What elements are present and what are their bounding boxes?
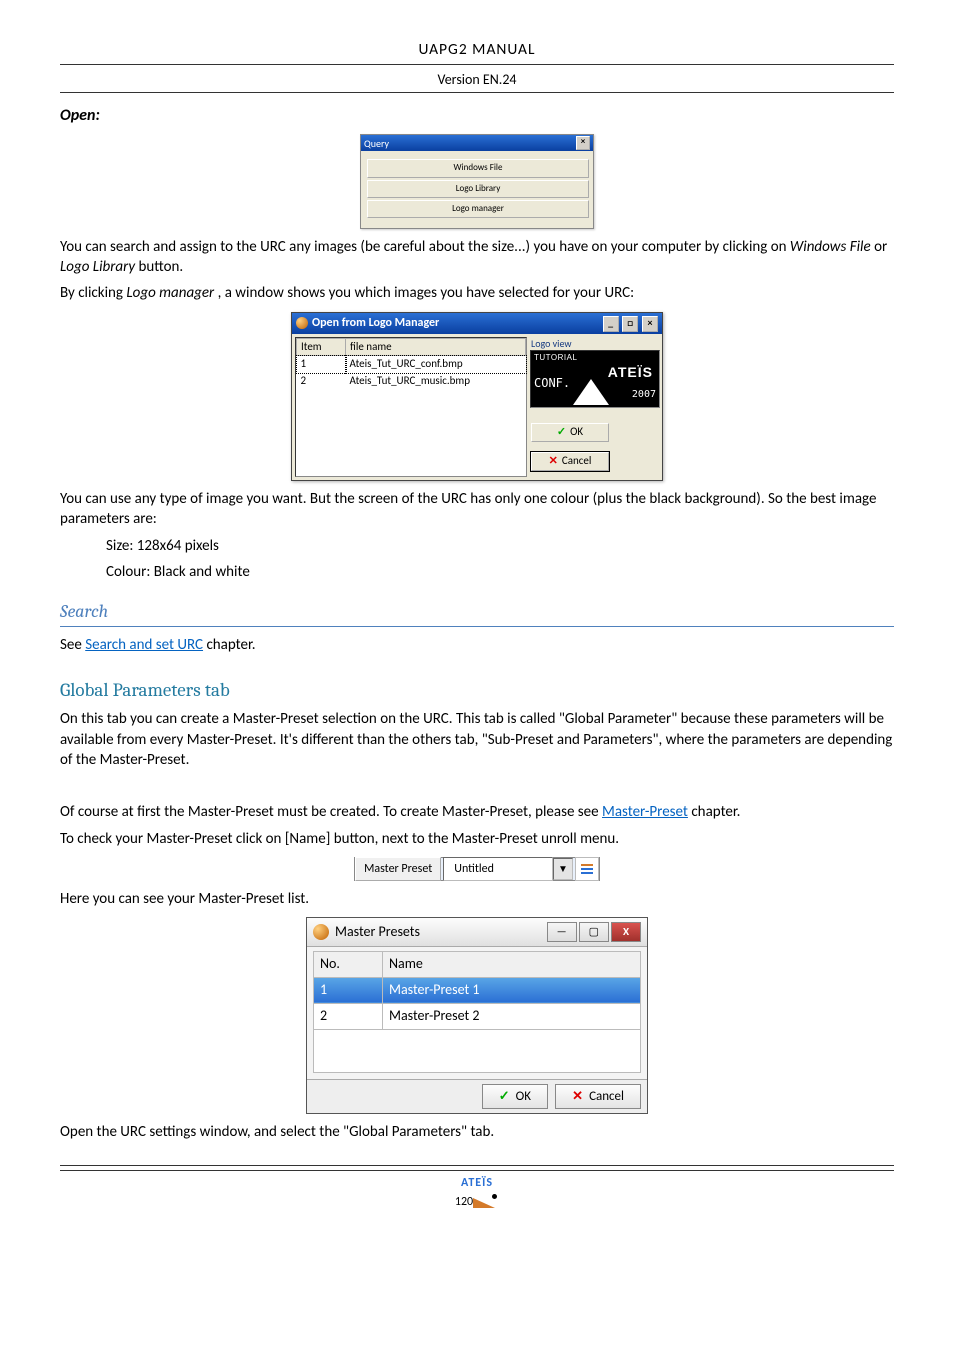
swoosh-icon	[473, 1194, 499, 1208]
page-header: UAPG2 MANUAL Version EN.24	[60, 40, 894, 93]
global-p4: Here you can see your Master-Preset list…	[60, 889, 894, 909]
col-name[interactable]: Name	[383, 952, 641, 978]
text-italic: Logo Library	[60, 258, 135, 276]
master-preset-name-button[interactable]: Master Preset	[355, 857, 441, 881]
section-open-heading: Open:	[60, 105, 894, 127]
master-preset-link[interactable]: Master-Preset	[602, 803, 688, 821]
text-span: button.	[138, 258, 183, 276]
logo-year-text: 2007	[632, 388, 656, 402]
master-preset-bar: Master Preset Untitled ▼	[354, 857, 600, 881]
text-span: By clicking	[60, 284, 126, 302]
logo-library-button[interactable]: Logo Library	[367, 180, 589, 198]
logo-view-label: Logo view	[531, 337, 659, 351]
cancel-label: Cancel	[589, 1088, 624, 1106]
cell-item: 2	[297, 373, 346, 390]
minimize-icon[interactable]: —	[547, 922, 577, 942]
doc-title: UAPG2 MANUAL	[60, 40, 894, 61]
ok-label: OK	[516, 1088, 531, 1106]
cancel-button[interactable]: ✕ Cancel	[555, 1084, 641, 1110]
text-span: or	[874, 238, 887, 256]
section-search-heading: Search	[60, 600, 894, 624]
text-span: , a window shows you which images you ha…	[218, 284, 635, 302]
cell-no: 1	[314, 977, 383, 1003]
col-no[interactable]: No.	[314, 952, 383, 978]
app-icon	[296, 317, 308, 329]
col-item[interactable]: Item	[297, 338, 346, 356]
logo-table: Item file name 1 Ateis_Tut_URC_conf.bmp …	[296, 338, 526, 477]
cell-item: 1	[297, 356, 346, 373]
page-number: 120	[455, 1195, 473, 1209]
doc-version: Version EN.24	[60, 71, 894, 90]
open-p3: You can use any type of image you want. …	[60, 489, 894, 530]
text-span: Of course at first the Master-Preset mus…	[60, 803, 602, 821]
logo-manager-dialog: Open from Logo Manager _ □ × Item file n…	[291, 312, 663, 482]
master-presets-table: No. Name 1 Master-Preset 1 2 Master-Pres…	[313, 951, 641, 1073]
footer-brand: ATEÏS	[60, 1175, 894, 1191]
text-span: You can search and assign to the URC any…	[60, 238, 790, 256]
cancel-label: Cancel	[562, 454, 592, 469]
minimize-icon[interactable]: _	[603, 316, 619, 332]
table-row[interactable]: 2 Master-Preset 2	[314, 1003, 641, 1029]
cell-no: 2	[314, 1003, 383, 1029]
query-dialog: Query × Windows File Logo Library Logo m…	[360, 134, 594, 228]
logo-preview: TUTORIAL ATEÏS CONF. 2007	[530, 350, 660, 408]
text-italic: Windows File	[790, 238, 871, 256]
list-icon[interactable]	[575, 857, 599, 881]
param-colour: Colour: Black and white	[106, 562, 894, 582]
col-filename[interactable]: file name	[346, 338, 526, 356]
logo-manager-title: Open from Logo Manager	[312, 315, 439, 331]
ok-button[interactable]: ✓ OK	[482, 1084, 548, 1110]
chevron-down-icon[interactable]: ▼	[553, 858, 573, 880]
search-paragraph: See Search and set URC chapter.	[60, 635, 894, 655]
table-row[interactable]: 2 Ateis_Tut_URC_music.bmp	[297, 373, 526, 390]
text-span: chapter.	[691, 803, 740, 821]
master-presets-dialog: Master Presets — ▢ X No. Name 1 Master-P…	[306, 917, 648, 1114]
query-dialog-title: Query	[364, 137, 389, 151]
ok-label: OK	[570, 425, 583, 440]
windows-file-button[interactable]: Windows File	[367, 159, 589, 177]
ok-button[interactable]: ✓ OK	[531, 423, 609, 442]
maximize-icon[interactable]: ▢	[579, 922, 609, 942]
cell-file: Ateis_Tut_URC_music.bmp	[346, 373, 526, 390]
logo-conf-text: CONF.	[534, 375, 570, 391]
master-preset-value: Untitled	[443, 857, 553, 881]
cell-name: Master-Preset 1	[383, 977, 641, 1003]
open-p2: By clicking Logo manager , a window show…	[60, 283, 894, 303]
cell-name: Master-Preset 2	[383, 1003, 641, 1029]
text-span: See	[60, 636, 85, 654]
master-presets-title: Master Presets	[335, 923, 420, 942]
section-global-heading: Global Parameters tab	[60, 678, 894, 704]
table-row[interactable]: 1 Master-Preset 1	[314, 977, 641, 1003]
table-row[interactable]: 1 Ateis_Tut_URC_conf.bmp	[297, 356, 526, 373]
logo-brand-text: ATEÏS	[608, 363, 653, 382]
global-p2: Of course at first the Master-Preset mus…	[60, 802, 894, 822]
app-icon	[313, 924, 329, 940]
check-icon: ✓	[499, 1088, 510, 1106]
open-p1: You can search and assign to the URC any…	[60, 237, 894, 278]
close-icon[interactable]: ×	[576, 136, 590, 150]
check-icon: ✓	[557, 425, 566, 440]
triangle-icon	[573, 379, 609, 405]
logo-manager-button[interactable]: Logo manager	[367, 200, 589, 218]
x-icon: ✕	[549, 454, 558, 469]
x-icon: ✕	[572, 1088, 583, 1106]
close-icon[interactable]: ×	[642, 316, 658, 332]
text-span: chapter.	[206, 636, 255, 654]
global-p3: To check your Master-Preset click on [Na…	[60, 829, 894, 849]
search-and-set-urc-link[interactable]: Search and set URC	[85, 636, 203, 654]
maximize-icon[interactable]: □	[622, 316, 638, 332]
logo-tutorial-text: TUTORIAL	[534, 353, 577, 364]
global-p1: On this tab you can create a Master-Pres…	[60, 709, 894, 770]
global-p5: Open the URC settings window, and select…	[60, 1122, 894, 1142]
text-italic: Logo manager	[126, 284, 214, 302]
cancel-button[interactable]: ✕ Cancel	[531, 452, 609, 471]
param-size: Size: 128x64 pixels	[106, 536, 894, 556]
close-icon[interactable]: X	[611, 922, 641, 942]
cell-file: Ateis_Tut_URC_conf.bmp	[346, 356, 526, 373]
